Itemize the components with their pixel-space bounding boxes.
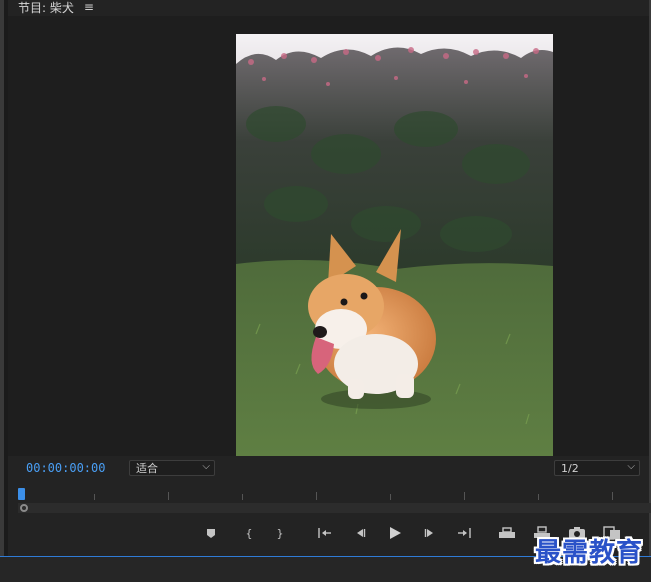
lift-icon xyxy=(499,527,515,538)
mark-out-button[interactable]: } xyxy=(271,524,289,542)
marker-icon xyxy=(207,529,215,538)
step-back-icon xyxy=(357,529,366,537)
zoom-level-select[interactable]: 适合 ⌵ xyxy=(129,460,215,476)
watermark-logo: 最需教育 xyxy=(534,538,643,568)
chevron-down-icon: ⌵ xyxy=(202,461,210,472)
go-to-out-icon xyxy=(458,528,471,538)
hamburger-menu-icon[interactable]: ≡ xyxy=(84,0,94,14)
go-to-in-button[interactable] xyxy=(316,524,334,542)
playback-resolution-value: 1/2 xyxy=(561,461,579,475)
step-forward-icon xyxy=(424,529,433,537)
playback-resolution-select[interactable]: 1/2 ⌵ xyxy=(554,460,640,476)
time-ruler[interactable] xyxy=(20,488,646,502)
play-icon xyxy=(390,527,401,539)
chevron-down-icon: ⌵ xyxy=(627,461,635,472)
go-to-in-icon xyxy=(318,528,331,538)
step-forward-button[interactable] xyxy=(421,524,439,542)
mark-out-icon: } xyxy=(276,526,284,540)
playhead[interactable] xyxy=(18,488,25,500)
corgi-photo xyxy=(236,34,553,456)
mark-in-icon: { xyxy=(245,526,253,540)
mark-in-button[interactable]: { xyxy=(240,524,258,542)
panel-title[interactable]: 节目: 柴犬 xyxy=(18,0,74,16)
video-frame xyxy=(236,34,553,456)
step-back-button[interactable] xyxy=(351,524,369,542)
panel-header: 节目: 柴犬 ≡ xyxy=(18,0,94,16)
add-marker-button[interactable] xyxy=(202,524,220,542)
go-to-out-button[interactable] xyxy=(455,524,473,542)
zoom-level-value: 适合 xyxy=(136,462,158,475)
zoom-scrollbar[interactable] xyxy=(18,503,651,513)
scrollbar-handle[interactable] xyxy=(20,504,28,512)
playhead-timecode[interactable]: 00:00:00:00 xyxy=(26,461,105,475)
play-button[interactable] xyxy=(386,524,404,542)
lift-button[interactable] xyxy=(498,524,516,542)
